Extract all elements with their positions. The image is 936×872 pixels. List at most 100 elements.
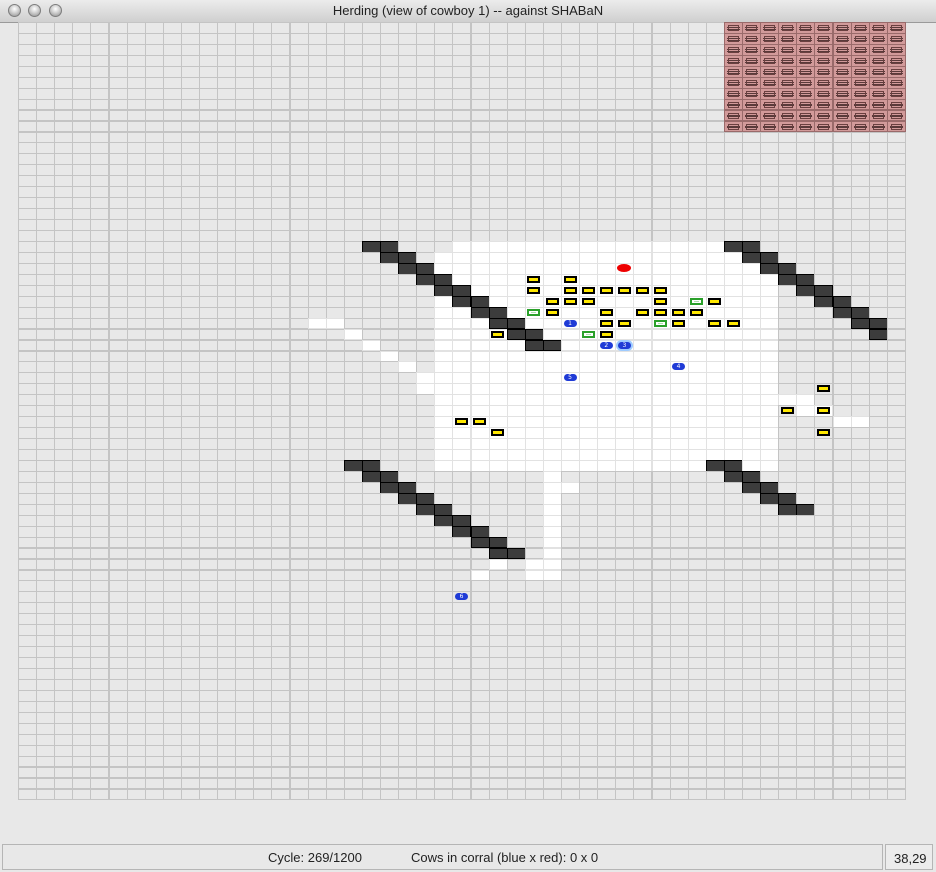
corral-crate-icon bbox=[890, 123, 902, 130]
corral-crate-icon bbox=[890, 112, 902, 119]
corral-crate-icon bbox=[872, 79, 884, 86]
cow bbox=[654, 308, 667, 316]
corral-crate-icon bbox=[746, 79, 757, 86]
grid-cell bbox=[687, 788, 707, 801]
cow bbox=[581, 286, 595, 294]
corral-crate-icon bbox=[890, 46, 902, 53]
corral-crate-icon bbox=[800, 35, 812, 42]
grid-cell bbox=[54, 788, 74, 801]
corral-crate-icon bbox=[890, 68, 902, 75]
status-bar: Cycle: 269/1200 Cows in corral (blue x r… bbox=[0, 842, 936, 872]
corral-crate-icon bbox=[782, 68, 794, 75]
corral-crate-icon bbox=[727, 101, 739, 108]
corral-crate-icon bbox=[836, 25, 848, 31]
cow bbox=[672, 319, 686, 327]
grid-cell bbox=[651, 788, 671, 801]
corral-crate-icon bbox=[782, 46, 794, 53]
title-bar[interactable]: Herding (view of cowboy 1) -- against SH… bbox=[0, 0, 936, 23]
corral-crate-icon bbox=[746, 112, 757, 119]
corral-crate-icon bbox=[746, 123, 757, 130]
cowboy-4[interactable]: 4 bbox=[672, 363, 686, 371]
corral-crate-icon bbox=[836, 46, 848, 53]
grid-cell bbox=[36, 788, 56, 801]
corral-crate-icon bbox=[764, 90, 776, 97]
cow bbox=[817, 407, 830, 415]
cowboy-6[interactable]: 6 bbox=[455, 593, 468, 601]
cow bbox=[599, 286, 613, 294]
cowboy-2[interactable]: 2 bbox=[599, 341, 613, 349]
grid-cell bbox=[832, 788, 852, 801]
corral-crate-icon bbox=[746, 101, 757, 108]
cow bbox=[636, 286, 649, 294]
corral-crate-icon bbox=[764, 25, 776, 31]
cow bbox=[599, 330, 613, 338]
grid-cell bbox=[778, 788, 798, 801]
corral-crate-icon bbox=[854, 90, 866, 97]
cow bbox=[581, 297, 595, 305]
cursor-coords: 38,29 bbox=[894, 851, 927, 866]
grid-cell bbox=[452, 788, 472, 801]
corral-crate-icon bbox=[818, 68, 830, 75]
cow bbox=[690, 308, 704, 316]
grid-cell bbox=[886, 788, 906, 801]
corral-crate-icon bbox=[727, 79, 739, 86]
corral-crate-icon bbox=[764, 35, 776, 42]
corral-crate-icon bbox=[872, 90, 884, 97]
corral-crate-icon bbox=[818, 112, 830, 119]
corral-crate-icon bbox=[818, 101, 830, 108]
grid-cell bbox=[850, 788, 870, 801]
coords-panel: 38,29 bbox=[885, 844, 933, 870]
cowboy-3[interactable]: 3 bbox=[617, 341, 631, 349]
cow bbox=[563, 275, 577, 283]
cowboy-5[interactable]: 5 bbox=[563, 374, 577, 382]
cow bbox=[563, 297, 577, 305]
corral-crate-icon bbox=[872, 57, 884, 64]
cow bbox=[708, 319, 722, 327]
cowboy-1[interactable]: 1 bbox=[563, 319, 577, 327]
corral-crate-icon bbox=[764, 68, 776, 75]
corral-crate-icon bbox=[800, 68, 812, 75]
corral-crate-icon bbox=[854, 57, 866, 64]
grid-cell bbox=[144, 788, 164, 801]
corral-crate-icon bbox=[818, 57, 830, 64]
corral-crate-icon bbox=[872, 101, 884, 108]
cow bbox=[599, 308, 613, 316]
corral-crate-icon bbox=[764, 79, 776, 86]
corral-crate-icon bbox=[764, 112, 776, 119]
grid-cell bbox=[742, 788, 762, 801]
cow bbox=[708, 297, 722, 305]
corral-crate-icon bbox=[890, 25, 902, 31]
corral-crate-icon bbox=[854, 35, 866, 42]
corral-crate-icon bbox=[764, 101, 776, 108]
corral-crate-icon bbox=[727, 90, 739, 97]
corral-crate-icon bbox=[854, 46, 866, 53]
cow bbox=[617, 319, 631, 327]
corral-crate-icon bbox=[746, 35, 757, 42]
grid-cell bbox=[760, 788, 780, 801]
grid-cell bbox=[307, 788, 327, 801]
grid-cell bbox=[108, 788, 128, 801]
grid-cell bbox=[416, 788, 436, 801]
corral-crate-icon bbox=[746, 57, 757, 64]
cow bbox=[491, 330, 505, 338]
corral-crate-icon bbox=[727, 57, 739, 64]
herding-grid[interactable]: 123456 bbox=[18, 22, 906, 801]
corral-crate-icon bbox=[746, 25, 757, 31]
grid-cell bbox=[235, 788, 255, 801]
remembered-cow bbox=[581, 330, 595, 338]
corral-crate-icon bbox=[854, 123, 866, 130]
corral-crate-icon bbox=[746, 90, 757, 97]
grid-cell bbox=[542, 788, 562, 801]
grid-cell bbox=[72, 788, 92, 801]
cow bbox=[545, 297, 559, 305]
corral-crate-icon bbox=[854, 25, 866, 31]
corral-crate-icon bbox=[727, 46, 739, 53]
cow bbox=[636, 308, 649, 316]
corral-crate-icon bbox=[890, 79, 902, 86]
grid-cell bbox=[488, 788, 508, 801]
corral-crate-icon bbox=[800, 112, 812, 119]
corral-crate-icon bbox=[818, 25, 830, 31]
cow bbox=[545, 308, 559, 316]
corral-crate-icon bbox=[890, 57, 902, 64]
corral-crate-icon bbox=[836, 35, 848, 42]
